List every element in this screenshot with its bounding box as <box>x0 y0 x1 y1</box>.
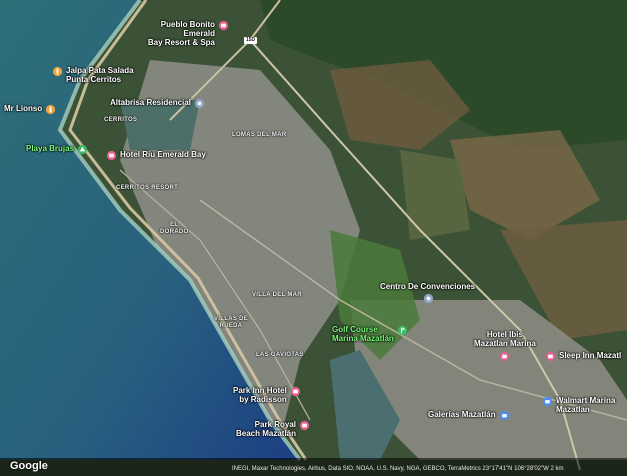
poi-mr-lionso[interactable]: Mr Lionso <box>4 104 56 115</box>
area-label: LAS GAVIOTAS <box>256 352 304 358</box>
poi-label: Pueblo Bonito Emerald Bay Resort & Spa <box>147 20 215 47</box>
poi-label: Golf Course Marina Mazatlán <box>332 325 394 343</box>
area-label: LOMAS DEL MAR <box>232 132 287 138</box>
poi-hotel-riu[interactable]: Hotel Riu Emerald Bay <box>106 150 206 161</box>
poi-centro-convenciones[interactable]: Centro De Convenciones <box>380 282 475 291</box>
poi-label: Walmart Marina Mazatlan <box>556 396 616 414</box>
park-pin-icon <box>77 144 88 155</box>
poi-golf-course[interactable]: Golf Course Marina Mazatlán <box>332 325 408 343</box>
poi-label: Jalpa Pata Salada Punta Cerritos <box>66 66 134 84</box>
poi-label: Playa Brujas <box>26 144 75 153</box>
hotel-pin-icon <box>290 386 300 397</box>
poi-pueblo-bonito[interactable]: Pueblo Bonito Emerald Bay Resort & Spa <box>146 20 229 47</box>
map-attribution[interactable]: INEGI, Maxar Technologies, Airbus, Data … <box>232 466 563 472</box>
place-pin-icon <box>423 293 434 304</box>
poi-label: Park Inn Hotel by Radisson <box>233 386 287 404</box>
poi-sleep-inn[interactable]: Sleep Inn Mazatl <box>545 351 621 362</box>
poi-label: Galerías Mazatlán <box>428 410 496 419</box>
hotel-pin-icon <box>545 351 556 362</box>
golf-pin-icon <box>397 325 407 336</box>
poi-walmart[interactable]: Walmart Marina Mazatlan <box>542 396 615 414</box>
hotel-pin-icon <box>218 20 229 31</box>
poi-label: Hotel Riu Emerald Bay <box>120 150 206 159</box>
field-area <box>400 150 470 240</box>
poi-park-inn[interactable]: Park Inn Hotel by Radisson <box>233 386 301 404</box>
poi-park-royal[interactable]: Park Royal Beach Mazatlán <box>236 420 310 438</box>
poi-label: Hotel Ibis Mazatlan Marina <box>474 330 536 348</box>
poi-label: Park Royal Beach Mazatlán <box>236 420 297 438</box>
restaurant-pin-icon <box>46 104 56 115</box>
google-logo: Google <box>10 460 48 472</box>
poi-label: Altabrisa Residencial <box>110 98 191 107</box>
area-label: CERRITOS <box>104 117 138 123</box>
restaurant-pin-icon <box>52 66 63 77</box>
poi-label: Centro De Convenciones <box>380 282 476 291</box>
shopping-pin-icon <box>499 410 509 421</box>
poi-jalapa-pata-salada[interactable]: Jalpa Pata Salada Punta Cerritos <box>52 66 134 84</box>
poi-hotel-ibis[interactable]: Hotel Ibis Mazatlan Marina <box>474 330 536 362</box>
poi-altabrisa[interactable]: Altabrisa Residencial <box>110 98 205 109</box>
hotel-pin-icon <box>106 150 117 161</box>
shopping-pin-icon <box>542 396 553 407</box>
area-label: CERRITOS RESORT <box>116 185 179 191</box>
place-pin-icon <box>194 98 205 109</box>
hotel-pin-icon <box>299 420 310 431</box>
poi-playa-brujas[interactable]: Playa Brujas <box>26 144 88 155</box>
poi-galerias[interactable]: Galerías Mazatlán <box>428 410 510 421</box>
poi-label: Mr Lionso <box>4 104 43 113</box>
hotel-pin-icon <box>500 351 510 362</box>
poi-label: Sleep Inn Mazatl <box>559 351 622 360</box>
area-label: VILLA DEL MAR <box>252 292 302 298</box>
road-shield: 15D <box>244 37 258 44</box>
area-label: VILLAS DE RUEDA <box>214 316 249 329</box>
area-label: EL DORADO <box>160 222 189 235</box>
